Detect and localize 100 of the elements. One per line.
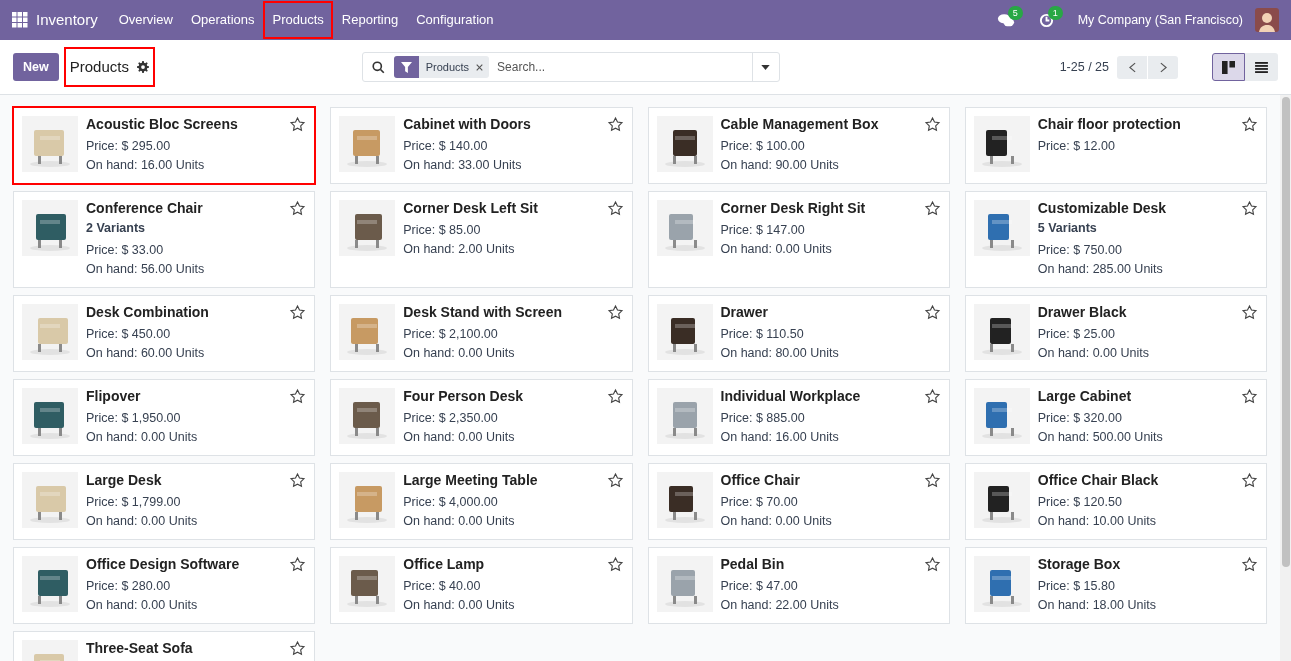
on-hand-quantity: On hand: 0.00 Units <box>403 513 516 530</box>
product-card[interactable]: Cabinet with Doors Price: $ 140.00 On hand: 33.00 Units <box>330 107 633 184</box>
star-icon[interactable] <box>606 116 624 133</box>
product-price: Price: $ 25.00 <box>1037 326 1116 343</box>
product-card[interactable]: Chair floor protection Price: $ 12.00 <box>964 107 1267 184</box>
product-card[interactable]: Storage Box Price: $ 15.80 On hand: 18.00 Units <box>964 547 1267 624</box>
star-icon[interactable] <box>923 556 941 573</box>
product-card[interactable]: Large Cabinet Price: $ 320.00 On hand: 500.00 Units <box>964 379 1267 456</box>
product-name: Office Lamp <box>403 556 485 573</box>
star-icon[interactable] <box>606 388 624 405</box>
on-hand-quantity: On hand: 0.00 Units <box>720 241 833 258</box>
product-card[interactable]: Office Design Software Price: $ 280.00 On hand: 0.00 Units <box>13 547 316 624</box>
search-icon[interactable] <box>371 60 385 74</box>
nav-menu-item[interactable]: Configuration <box>407 1 503 39</box>
product-card[interactable]: Cable Management Box Price: $ 100.00 On hand: 90.00 Units <box>647 107 950 184</box>
product-card[interactable]: Corner Desk Left Sit Price: $ 85.00 On hand: 2.00 Units <box>330 191 633 288</box>
list-icon <box>1255 61 1268 73</box>
product-price: Price: $ 40.00 <box>403 578 482 595</box>
product-card[interactable]: Large Desk Price: $ 1,799.00 On hand: 0.00 Units <box>13 463 316 540</box>
product-price: Price: $ 47.00 <box>720 578 799 595</box>
product-price: Price: $ 2,350.00 <box>403 410 499 427</box>
star-icon[interactable] <box>289 200 307 217</box>
product-card[interactable]: Acoustic Bloc Screens Price: $ 295.00 On hand: 16.00 Units <box>13 107 316 184</box>
star-icon[interactable] <box>1241 304 1258 321</box>
product-card[interactable]: Conference Chair 2 Variants Price: $ 33.00 On hand: 56.00 Units <box>13 191 316 288</box>
star-icon[interactable] <box>289 556 307 573</box>
caret-icon <box>761 64 771 70</box>
product-price: Price: $ 110.50 <box>720 326 805 343</box>
company-name[interactable]: My Company (San Francisco) <box>1077 10 1243 30</box>
star-icon[interactable] <box>1241 200 1258 217</box>
on-hand-quantity: On hand: 90.00 Units <box>720 157 840 174</box>
list-view-button[interactable] <box>1245 53 1278 81</box>
product-name: Large Meeting Table <box>403 472 538 489</box>
star-icon[interactable] <box>1241 388 1258 405</box>
product-price: Price: $ 12.00 <box>1037 138 1116 155</box>
product-name: Four Person Desk <box>403 388 524 405</box>
product-price: Price: $ 4,000.00 <box>403 494 499 511</box>
product-card[interactable]: Office Lamp Price: $ 40.00 On hand: 0.00 Units <box>330 547 633 624</box>
star-icon[interactable] <box>923 472 941 489</box>
close-icon[interactable] <box>476 63 484 71</box>
product-card[interactable]: Customizable Desk 5 Variants Price: $ 750.00 On hand: 285.00 Units <box>964 191 1267 288</box>
star-icon[interactable] <box>606 556 624 573</box>
star-icon[interactable] <box>289 304 307 321</box>
star-icon[interactable] <box>289 472 307 489</box>
product-card[interactable]: Individual Workplace Price: $ 885.00 On hand: 16.00 Units <box>647 379 950 456</box>
search-input[interactable]: Search... <box>489 58 752 76</box>
star-icon[interactable] <box>289 388 307 405</box>
star-icon[interactable] <box>923 388 941 405</box>
product-name: Corner Desk Left Sit <box>403 200 538 217</box>
product-card[interactable]: Three-Seat Sofa <box>13 631 316 661</box>
star-icon[interactable] <box>1241 472 1258 489</box>
star-icon[interactable] <box>1241 556 1258 573</box>
nav-menu-item[interactable]: Operations <box>181 1 264 39</box>
product-card[interactable]: Office Chair Black Price: $ 120.50 On hand: 10.00 Units <box>964 463 1267 540</box>
on-hand-quantity: On hand: 33.00 Units <box>403 157 523 174</box>
product-price: Price: $ 320.00 <box>1037 410 1123 427</box>
product-price: Price: $ 70.00 <box>720 494 799 511</box>
product-card[interactable]: Desk Combination Price: $ 450.00 On hand: 60.00 Units <box>13 295 316 372</box>
on-hand-quantity: On hand: 10.00 Units <box>1037 513 1157 530</box>
product-name: Large Desk <box>86 472 162 489</box>
variants-count: 2 Variants <box>86 220 147 237</box>
app-name[interactable]: Inventory <box>36 8 98 32</box>
on-hand-quantity: On hand: 0.00 Units <box>403 597 516 614</box>
nav-menu-item[interactable]: Products <box>263 1 333 39</box>
product-card[interactable]: Pedal Bin Price: $ 47.00 On hand: 22.00 Units <box>647 547 950 624</box>
star-icon[interactable] <box>289 640 307 657</box>
product-card[interactable]: Drawer Price: $ 110.50 On hand: 80.00 Units <box>647 295 950 372</box>
apps-menu-icon[interactable] <box>12 12 28 28</box>
product-name: Cable Management Box <box>720 116 879 133</box>
product-card[interactable]: Drawer Black Price: $ 25.00 On hand: 0.00 Units <box>964 295 1267 372</box>
product-card[interactable]: Flipover Price: $ 1,950.00 On hand: 0.00 Units <box>13 379 316 456</box>
product-price: Price: $ 295.00 <box>86 138 172 155</box>
star-icon[interactable] <box>923 116 941 133</box>
product-price: Price: $ 1,799.00 <box>86 494 182 511</box>
star-icon[interactable] <box>606 200 624 217</box>
settings-icon[interactable] <box>136 61 149 73</box>
star-icon[interactable] <box>606 472 624 489</box>
star-icon[interactable] <box>606 304 624 321</box>
kanban-view-button[interactable] <box>1212 53 1245 81</box>
on-hand-quantity: On hand: 0.00 Units <box>720 513 833 530</box>
product-card[interactable]: Large Meeting Table Price: $ 4,000.00 On hand: 0.00 Units <box>330 463 633 540</box>
star-icon[interactable] <box>1241 116 1258 133</box>
new-button[interactable]: New <box>13 53 59 81</box>
product-name: Pedal Bin <box>720 556 785 573</box>
product-card[interactable]: Desk Stand with Screen Price: $ 2,100.00 On hand: 0.00 Units <box>330 295 633 372</box>
product-card[interactable]: Corner Desk Right Sit Price: $ 147.00 On hand: 0.00 Units <box>647 191 950 288</box>
on-hand-quantity: On hand: 18.00 Units <box>1037 597 1157 614</box>
product-card[interactable]: Four Person Desk Price: $ 2,350.00 On hand: 0.00 Units <box>330 379 633 456</box>
avatar-icon[interactable] <box>1255 8 1279 32</box>
nav-menu-item[interactable]: Overview <box>109 1 182 39</box>
on-hand-quantity: On hand: 0.00 Units <box>86 429 199 446</box>
star-icon[interactable] <box>289 116 307 133</box>
star-icon[interactable] <box>923 304 941 321</box>
search-field[interactable]: Products Search... <box>361 52 780 82</box>
star-icon[interactable] <box>923 200 941 217</box>
product-price: Price: $ 15.80 <box>1037 578 1116 595</box>
product-card[interactable]: Office Chair Price: $ 70.00 On hand: 0.00 Units <box>647 463 950 540</box>
clock-icon[interactable] <box>1038 12 1054 28</box>
nav-menu-item[interactable]: Reporting <box>332 1 408 39</box>
product-name: Drawer Black <box>1037 304 1127 321</box>
